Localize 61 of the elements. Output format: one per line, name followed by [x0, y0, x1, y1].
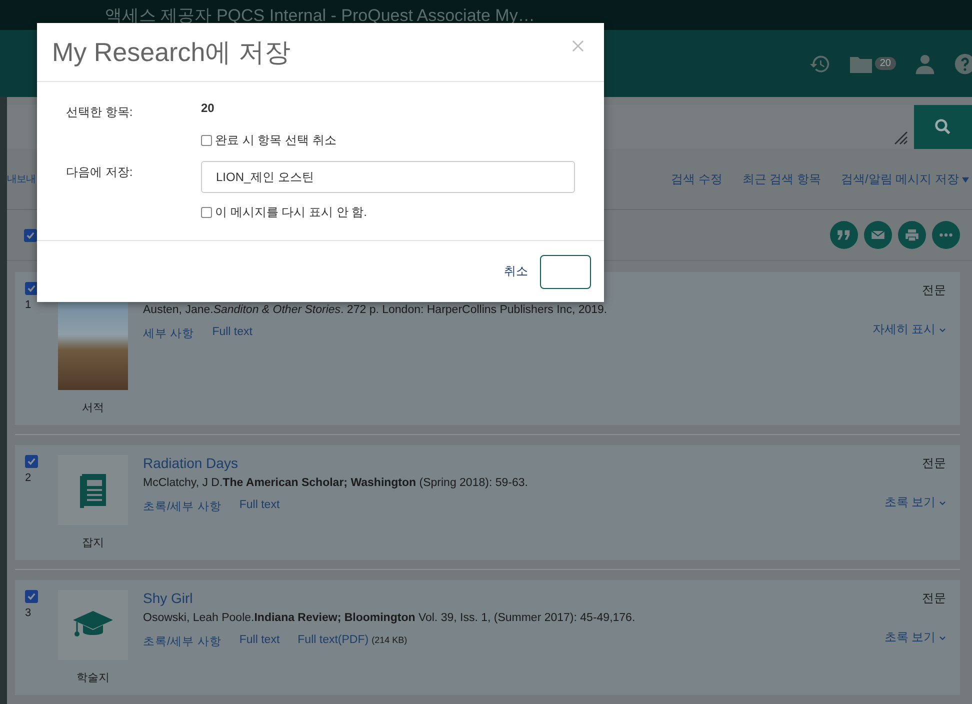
- close-icon[interactable]: [572, 40, 584, 52]
- expand-toggle[interactable]: 초록 보기: [884, 494, 946, 511]
- user-icon[interactable]: [914, 52, 936, 74]
- selected-items-label: 선택한 항목:: [66, 104, 134, 121]
- caret-icon: [962, 176, 969, 182]
- help-icon[interactable]: [954, 52, 972, 74]
- result-checkbox[interactable]: [25, 282, 38, 295]
- result-link[interactable]: Full text: [239, 499, 280, 511]
- chevron-icon: [939, 328, 946, 333]
- result-number: 2: [25, 472, 32, 484]
- deselect-option-label: 완료 시 항목 선택 취소: [215, 132, 336, 149]
- result-number: 3: [25, 607, 32, 619]
- dialog-title: My Research에 저장: [52, 36, 290, 68]
- full-text-label: 전문: [922, 590, 946, 607]
- result-title-link[interactable]: Shy Girl: [143, 590, 884, 606]
- selected-count: 20: [201, 101, 214, 115]
- email-icon[interactable]: [864, 221, 892, 249]
- save-to-input-field[interactable]: LION_제인 오스틴: [201, 161, 575, 193]
- result-checkbox[interactable]: [25, 455, 38, 468]
- folder-count-badge: 20: [874, 57, 896, 70]
- window-title: 액세스 제공자 PQCS Internal - ProQuest Associate My…: [105, 4, 535, 26]
- chevron-icon: [939, 501, 946, 506]
- nav-link[interactable]: 검색 수정: [670, 170, 722, 188]
- document-type-label: 잡지: [82, 536, 104, 550]
- resize-grip-icon: [892, 129, 908, 145]
- result-title-link[interactable]: Radiation Days: [143, 455, 884, 471]
- dont-show-option-label: 이 메시지를 다시 표시 안 함.: [215, 204, 368, 221]
- expand-toggle[interactable]: 초록 보기: [884, 629, 946, 646]
- save-search-dropdown[interactable]: 검색/알림 메시지 저장: [840, 170, 969, 188]
- full-text-label: 전문: [922, 455, 946, 472]
- document-type-label: 서적: [82, 401, 104, 415]
- search-button[interactable]: [914, 105, 972, 149]
- result-checkbox[interactable]: [25, 590, 38, 603]
- result-number: 1: [25, 299, 32, 311]
- deselect-checkbox[interactable]: [201, 135, 212, 146]
- result-link[interactable]: Full text: [212, 326, 252, 338]
- nav-link[interactable]: 최근 검색 항목: [742, 170, 821, 188]
- result-link[interactable]: 초록/세부 사항: [143, 499, 222, 514]
- file-size-text: (214 KB): [372, 635, 408, 645]
- cancel-link[interactable]: 취소: [504, 263, 528, 280]
- expand-toggle[interactable]: 자세히 표시: [872, 321, 946, 338]
- select-all-checkbox[interactable]: [24, 228, 37, 242]
- document-type-label: 학술지: [76, 671, 110, 685]
- result-link[interactable]: 세부 사항: [143, 326, 194, 341]
- search-icon: [934, 118, 952, 136]
- citation-text: Osowski, Leah Poole.Indiana Review; Bloomington Vol. 39, Iss. 1, (Summer 2017): 45-49,176.: [143, 612, 636, 624]
- magazine-icon: [78, 472, 108, 508]
- citation-text: Austen, Jane.Sanditon & Other Stories. 272 p. London: HarperCollins Publishers Inc, 2019.: [143, 304, 608, 316]
- result-link[interactable]: Full text(PDF): [298, 634, 369, 646]
- save-button[interactable]: [540, 254, 591, 288]
- dont-show-checkbox[interactable]: [201, 207, 212, 218]
- print-icon[interactable]: [898, 221, 926, 249]
- result-link[interactable]: 초록/세부 사항: [143, 634, 222, 649]
- more-icon[interactable]: [932, 221, 960, 249]
- cite-icon[interactable]: [830, 221, 858, 249]
- chevron-icon: [939, 636, 946, 641]
- save-to-label: 다음에 저장:: [66, 164, 134, 181]
- result-link[interactable]: Full text: [239, 634, 280, 646]
- full-text-label: 전문: [922, 282, 946, 299]
- citation-text: McClatchy, J D.The American Scholar; Washington (Spring 2018): 59-63.: [143, 477, 529, 489]
- export-link[interactable]: 내보내: [7, 172, 36, 186]
